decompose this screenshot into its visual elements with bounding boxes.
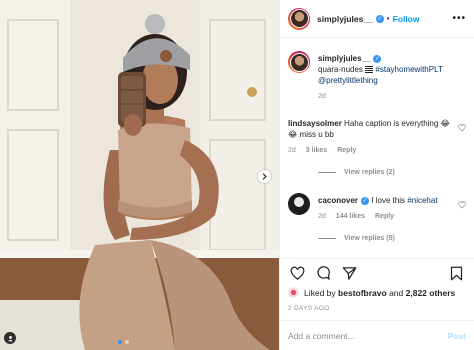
caption-mention[interactable]: @prettylittlething: [318, 76, 378, 85]
comments-list: simplyjules__ ✓ quara-nudes #stayhomewith…: [280, 39, 474, 255]
user-tag-button[interactable]: [4, 332, 16, 344]
caption-hashtag[interactable]: #stayhomewithPLT: [375, 65, 442, 74]
likes-conjunction: and: [389, 287, 404, 298]
more-icon[interactable]: •••: [452, 13, 466, 24]
comment-meta: 2d 144 likes Reply: [318, 211, 454, 222]
photo-illustration: [0, 0, 279, 350]
carousel-dot: [125, 340, 129, 344]
heart-icon[interactable]: [458, 201, 466, 209]
view-replies-button[interactable]: View replies (5): [318, 235, 395, 242]
newspaper-emoji-icon: [365, 65, 374, 74]
liker-avatar[interactable]: [288, 287, 299, 298]
comment-input[interactable]: Add a comment...: [288, 331, 448, 341]
heart-icon[interactable]: [458, 124, 466, 132]
instagram-post: simplyjules__ ✓ • Follow ••• simplyjules_…: [0, 0, 474, 350]
comment-username[interactable]: lindsaysolmer: [288, 119, 342, 128]
verified-icon: ✓: [361, 196, 370, 205]
post-photo[interactable]: [0, 0, 280, 350]
comment-age: 2d: [318, 213, 326, 220]
comment-username[interactable]: caconover: [318, 196, 358, 205]
reply-button[interactable]: Reply: [375, 211, 394, 222]
replies-divider: [318, 238, 336, 239]
post-timestamp[interactable]: 2 DAYS AGO: [288, 305, 330, 312]
follow-button[interactable]: Follow: [393, 14, 420, 24]
caption-username[interactable]: simplyjules__: [318, 54, 370, 63]
user-tag-icon: [7, 335, 13, 341]
post-side-panel: simplyjules__ ✓ • Follow ••• simplyjules_…: [280, 0, 474, 350]
header-separator: •: [386, 14, 390, 23]
view-replies-button[interactable]: View replies (2): [318, 169, 395, 176]
liker-username[interactable]: bestofbravo: [338, 288, 387, 298]
bookmark-icon[interactable]: [449, 266, 464, 281]
caption-text: quara-nudes: [318, 65, 363, 74]
post-comment-button[interactable]: Post: [448, 331, 466, 341]
verified-icon: ✓: [375, 15, 384, 24]
likes-prefix: Liked by: [304, 287, 336, 298]
verified-icon: ✓: [373, 54, 382, 63]
comment-icon[interactable]: [316, 266, 331, 281]
view-replies-label[interactable]: View replies (5): [344, 235, 395, 242]
comment-age: 2d: [288, 147, 296, 154]
reply-button[interactable]: Reply: [337, 145, 356, 156]
comment-body: lindsaysolmer Haha caption is everything…: [288, 118, 454, 156]
carousel-dot: [118, 340, 122, 344]
replies-divider: [318, 172, 336, 173]
post-header: simplyjules__ ✓ • Follow •••: [280, 0, 474, 38]
comment-likes[interactable]: 3 likes: [306, 145, 327, 156]
comment-meta: 2d 3 likes Reply: [288, 145, 454, 156]
heart-icon[interactable]: [290, 266, 305, 281]
carousel-indicator: [118, 340, 129, 344]
share-icon[interactable]: [342, 266, 357, 281]
comment-body: caconover ✓ I love this #nicehat 2d 144 l…: [318, 195, 454, 222]
comment-box: Add a comment... Post: [280, 320, 474, 350]
comment-hashtag[interactable]: #nicehat: [407, 196, 437, 205]
comment-likes[interactable]: 144 likes: [336, 211, 365, 222]
author-username[interactable]: simplyjules__ ✓: [317, 14, 384, 24]
caption-avatar[interactable]: [288, 51, 310, 73]
comment-text: I love this: [371, 196, 406, 205]
caption-meta: 2d: [318, 91, 454, 102]
likes-summary: Liked by bestofbravo and 2,822 others: [288, 287, 455, 298]
next-photo-button[interactable]: [258, 170, 271, 183]
action-bar: [280, 258, 474, 288]
author-avatar[interactable]: [288, 7, 310, 30]
caption-age: 2d: [318, 93, 326, 100]
likes-count[interactable]: 2,822 others: [406, 288, 456, 298]
author-username-text[interactable]: simplyjules__: [317, 14, 373, 24]
chevron-right-icon: [262, 173, 267, 180]
commenter-avatar[interactable]: [288, 193, 310, 215]
view-replies-label[interactable]: View replies (2): [344, 169, 395, 176]
caption-body: simplyjules__ ✓ quara-nudes #stayhomewith…: [318, 53, 454, 102]
